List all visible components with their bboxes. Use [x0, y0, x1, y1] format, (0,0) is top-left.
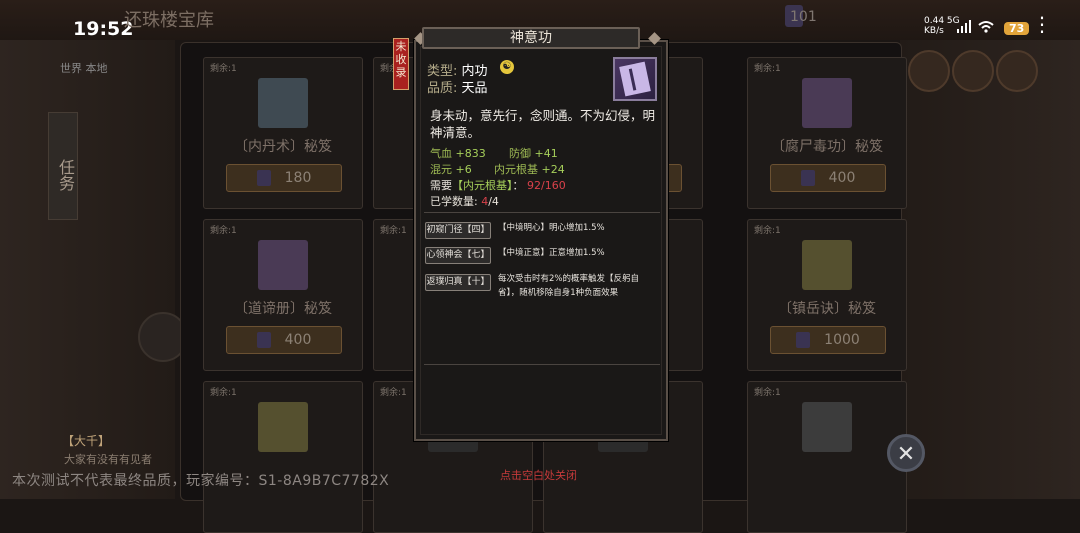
test-watermark: 本次测试不代表最终品质，玩家编号：S1-8A9B7C7782X [12, 473, 390, 489]
card-remaining: 剩余:1 [210, 64, 237, 74]
card-price-button[interactable]: 180 [226, 164, 342, 192]
chat-sender: 【大千】 [62, 434, 111, 448]
yinyang-icon: ☯ [500, 60, 514, 74]
currency-icon [256, 170, 271, 186]
close-button[interactable]: ✕ [887, 434, 925, 472]
shop-card[interactable]: 剩余:1 〔道谛册〕秘笈 400 [203, 219, 363, 371]
requirement-line: 需要【内元根基】： 92/160 [430, 179, 566, 192]
card-price: 400 [828, 170, 856, 186]
card-remaining: 剩余:1 [380, 226, 407, 236]
close-icon: ✕ [896, 442, 916, 467]
card-price: 180 [284, 170, 312, 186]
menu-icon-3[interactable] [996, 50, 1038, 92]
tier-desc-1: 【中境明心】明心增加1.5% [498, 223, 605, 233]
tier-desc-2: 【中境正意】正意增加1.5% [498, 248, 605, 258]
stat-hp: 气血 +833 [430, 147, 486, 160]
card-price: 400 [284, 332, 312, 348]
tier-button-3[interactable]: 返璞归真【十】 [425, 274, 491, 291]
card-remaining: 剩余:1 [380, 388, 407, 398]
shop-card[interactable]: 剩余:1 〔腐尸毒功〕秘笈 400 [747, 57, 907, 209]
shop-card[interactable]: 剩余:1 [747, 381, 907, 533]
skill-description: 身未动，意先行，念则通。不为幻侵，明神清意。 [430, 108, 656, 140]
stat-inner-foundation: 内元根基 +24 [494, 163, 565, 176]
chat-message: 大家有没有有见者 [64, 453, 152, 466]
chat-channel-tabs[interactable]: 世界 本地 [60, 60, 108, 76]
close-hint[interactable]: 点击空白处关闭 [500, 467, 577, 483]
currency-icon [256, 332, 271, 348]
more-options-icon[interactable]: ⋮ [1032, 12, 1052, 36]
stat-hunyuan: 混元 +6 [430, 163, 472, 176]
popup-divider [424, 212, 660, 213]
signal-wifi-icon [957, 20, 994, 33]
network-speed: 0.44 [924, 16, 945, 26]
tier-desc-3: 每次受击时有2%的概率触发【反躬自省】，随机移除自身1种负面效果 [498, 274, 639, 298]
scroll-icon [802, 240, 852, 290]
popup-title: 神意功 [422, 27, 640, 49]
scroll-icon [802, 402, 852, 452]
card-remaining: 剩余:1 [210, 388, 237, 398]
not-collected-tag: 未收录 [393, 38, 409, 90]
right-scene [900, 40, 1080, 499]
card-name: 〔道谛册〕秘笈 [234, 301, 332, 317]
card-price-button[interactable]: 400 [226, 326, 342, 354]
card-remaining: 剩余:1 [754, 64, 781, 74]
learned-count-line: 已学数量: 4/4 [430, 195, 499, 208]
card-remaining: 剩余:1 [754, 226, 781, 236]
currency-amount: 101 [790, 9, 817, 25]
left-scene [0, 40, 175, 499]
quality-value: 天品 [461, 81, 488, 96]
popup-divider-bottom [424, 364, 660, 365]
scroll-icon [258, 402, 308, 452]
right-menu-icons [908, 50, 1040, 96]
tier-button-2[interactable]: 心领神会【七】 [425, 247, 491, 264]
shop-card[interactable]: 剩余:1 [203, 381, 363, 533]
shop-card[interactable]: 剩余:1 〔内丹术〕秘笈 180 [203, 57, 363, 209]
card-remaining: 剩余:1 [754, 388, 781, 398]
tier-button-1[interactable]: 初窥门径【四】 [425, 222, 491, 239]
card-name: 〔镇岳诀〕秘笈 [778, 301, 876, 317]
task-side-tab[interactable]: 任务 [48, 112, 78, 220]
menu-icon-2[interactable] [952, 50, 994, 92]
card-price-button[interactable]: 400 [770, 164, 886, 192]
quality-label: 品质: [427, 81, 458, 96]
skill-quality: 品质: 天品 [427, 77, 488, 96]
shop-card[interactable]: 剩余:1 〔镇岳诀〕秘笈 1000 [747, 219, 907, 371]
card-price: 1000 [824, 332, 860, 348]
stat-defense: 防御 +41 [509, 147, 558, 160]
currency-icon [800, 170, 815, 186]
scroll-icon [258, 240, 308, 290]
scroll-icon [258, 78, 308, 128]
menu-icon-1[interactable] [908, 50, 950, 92]
card-name: 〔腐尸毒功〕秘笈 [771, 139, 883, 155]
skill-book-icon [613, 57, 657, 101]
scroll-icon [802, 78, 852, 128]
card-price-button[interactable]: 1000 [770, 326, 886, 354]
battery-indicator: 73 [1004, 22, 1030, 35]
card-name: 〔内丹术〕秘笈 [234, 139, 332, 155]
card-remaining: 剩余:1 [210, 226, 237, 236]
shop-title: 还珠楼宝库 [124, 10, 214, 31]
currency-icon [796, 332, 811, 348]
popup-inner-frame [420, 46, 662, 435]
